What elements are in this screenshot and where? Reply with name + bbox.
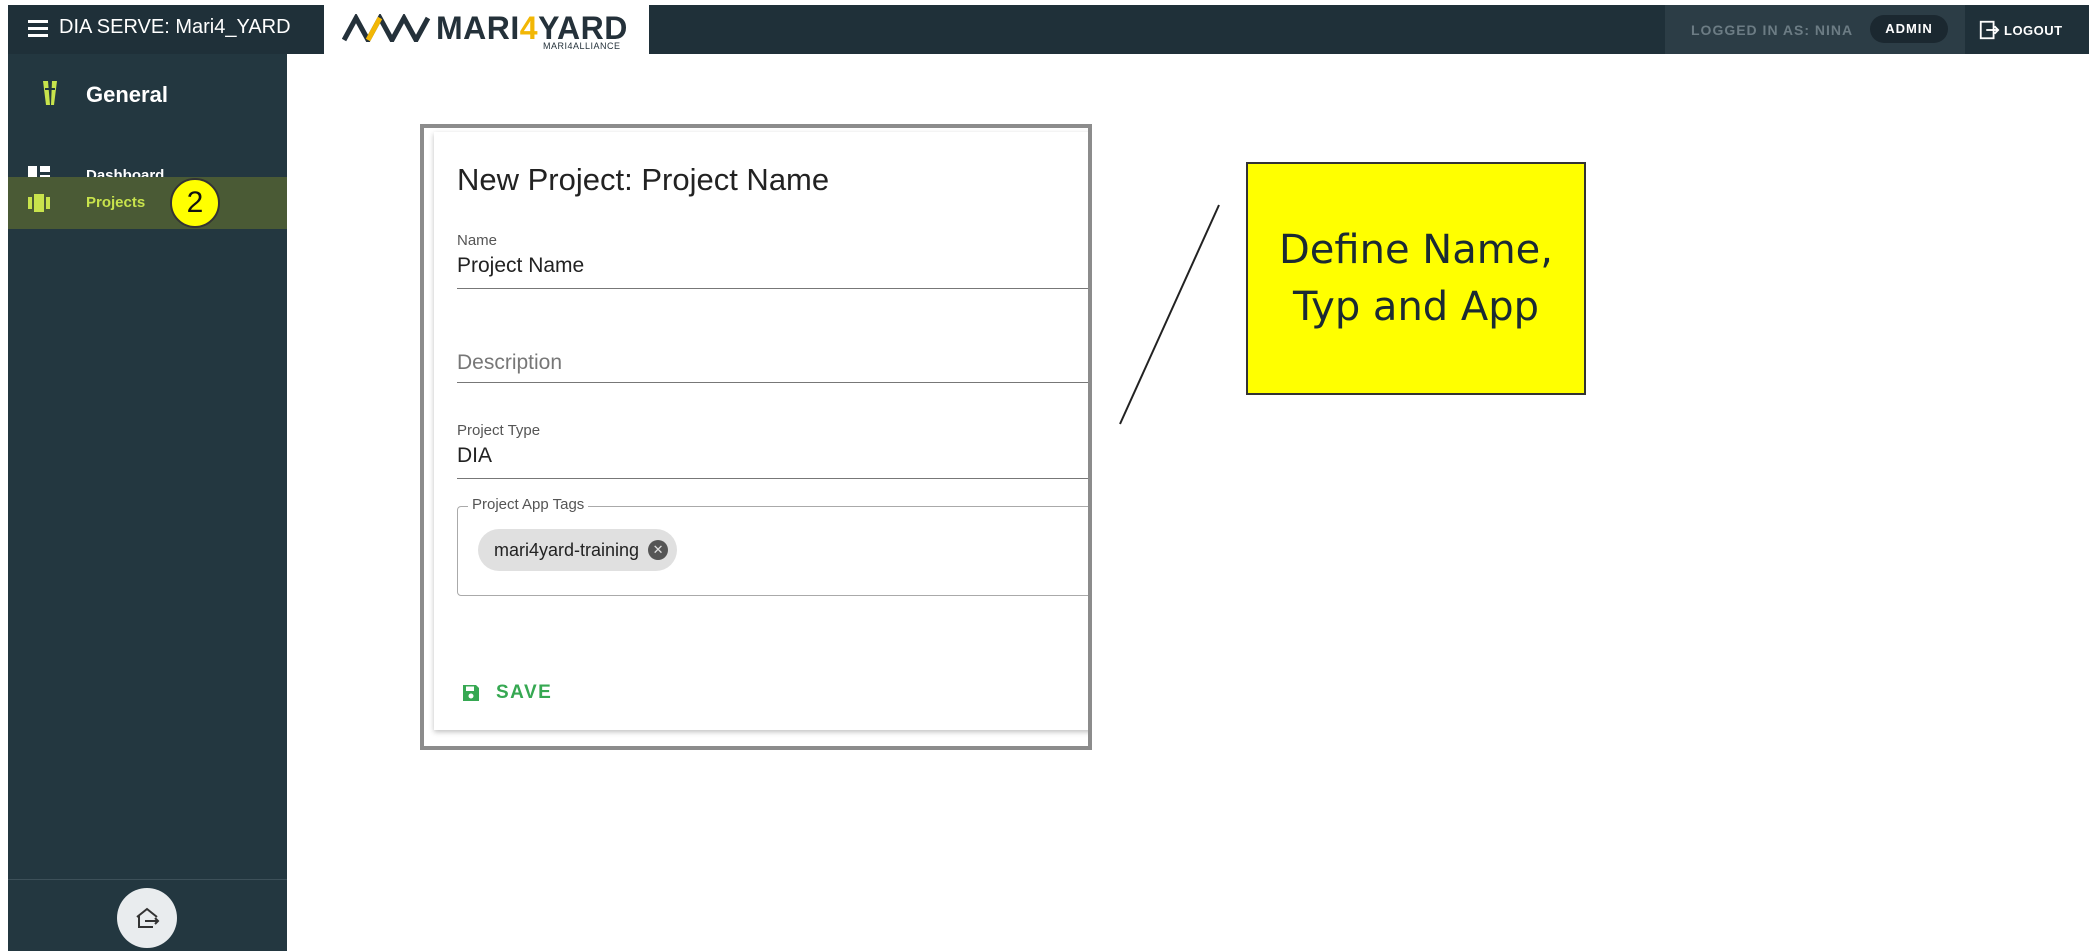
callout-pointer-line: [1119, 204, 1220, 425]
user-status-area: LOGGED IN AS: NINA ADMIN: [1665, 5, 1965, 54]
logged-in-label: LOGGED IN AS: NINA: [1691, 22, 1854, 38]
name-field[interactable]: Name Project Name: [457, 232, 1088, 289]
description-field[interactable]: Description: [457, 332, 1088, 383]
app-title: DIA SERVE: Mari4_YARD: [59, 16, 291, 38]
logo-mark-icon: [342, 14, 431, 42]
sidebar: General Dashboard Projects 2: [8, 54, 287, 951]
tag-chip[interactable]: mari4yard-training ✕: [478, 529, 678, 571]
projects-icon: [28, 194, 50, 212]
save-button[interactable]: SAVE: [462, 682, 552, 704]
save-label: SAVE: [496, 682, 553, 703]
sidebar-section-title: General: [86, 82, 168, 107]
callout-line-1: Define Name,: [1278, 226, 1553, 273]
hamburger-menu-icon[interactable]: [28, 20, 48, 38]
highlight-frame: New Project: Project Name Name Project N…: [420, 124, 1092, 750]
project-app-tags-label: Project App Tags: [468, 496, 589, 513]
callout-text: Define Name, Typ and App: [1271, 222, 1561, 336]
project-type-value[interactable]: DIA: [457, 444, 492, 468]
home-exit-icon: [136, 907, 160, 928]
top-bar: DIA SERVE: Mari4_YARD MARI4YARD MARI4ALL…: [8, 5, 2089, 54]
project-type-field[interactable]: Project Type DIA: [457, 422, 1088, 479]
instruction-callout: Define Name, Typ and App: [1246, 162, 1586, 395]
save-icon: [463, 685, 479, 701]
general-section-icon: [43, 81, 57, 105]
logo-subtitle: MARI4ALLIANCE: [543, 41, 621, 51]
sidebar-section-general: General: [8, 76, 287, 116]
project-app-tags-field[interactable]: Project App Tags mari4yard-training ✕: [457, 496, 1088, 596]
tag-chip-label: mari4yard-training: [494, 539, 640, 560]
step-number-badge: 2: [170, 178, 220, 228]
name-label: Name: [457, 232, 498, 249]
remove-tag-icon[interactable]: ✕: [648, 540, 669, 560]
form-title: New Project: Project Name: [457, 162, 830, 197]
sidebar-divider: [8, 879, 287, 880]
sidebar-item-projects[interactable]: Projects 2: [8, 177, 287, 229]
project-type-label: Project Type: [457, 422, 541, 439]
logout-label: LOGOUT: [2004, 22, 2063, 38]
callout-line-2: Typ and App: [1292, 283, 1540, 330]
logout-icon: [1979, 20, 2000, 40]
logout-button[interactable]: LOGOUT: [1978, 17, 2063, 43]
brand-logo: MARI4YARD MARI4ALLIANCE: [324, 5, 649, 54]
home-button[interactable]: [117, 888, 177, 948]
sidebar-item-label: Projects: [86, 194, 146, 211]
new-project-form: New Project: Project Name Name Project N…: [434, 132, 1088, 730]
description-placeholder: Description: [457, 351, 563, 374]
name-value[interactable]: Project Name: [457, 254, 584, 278]
role-badge: ADMIN: [1870, 15, 1948, 43]
